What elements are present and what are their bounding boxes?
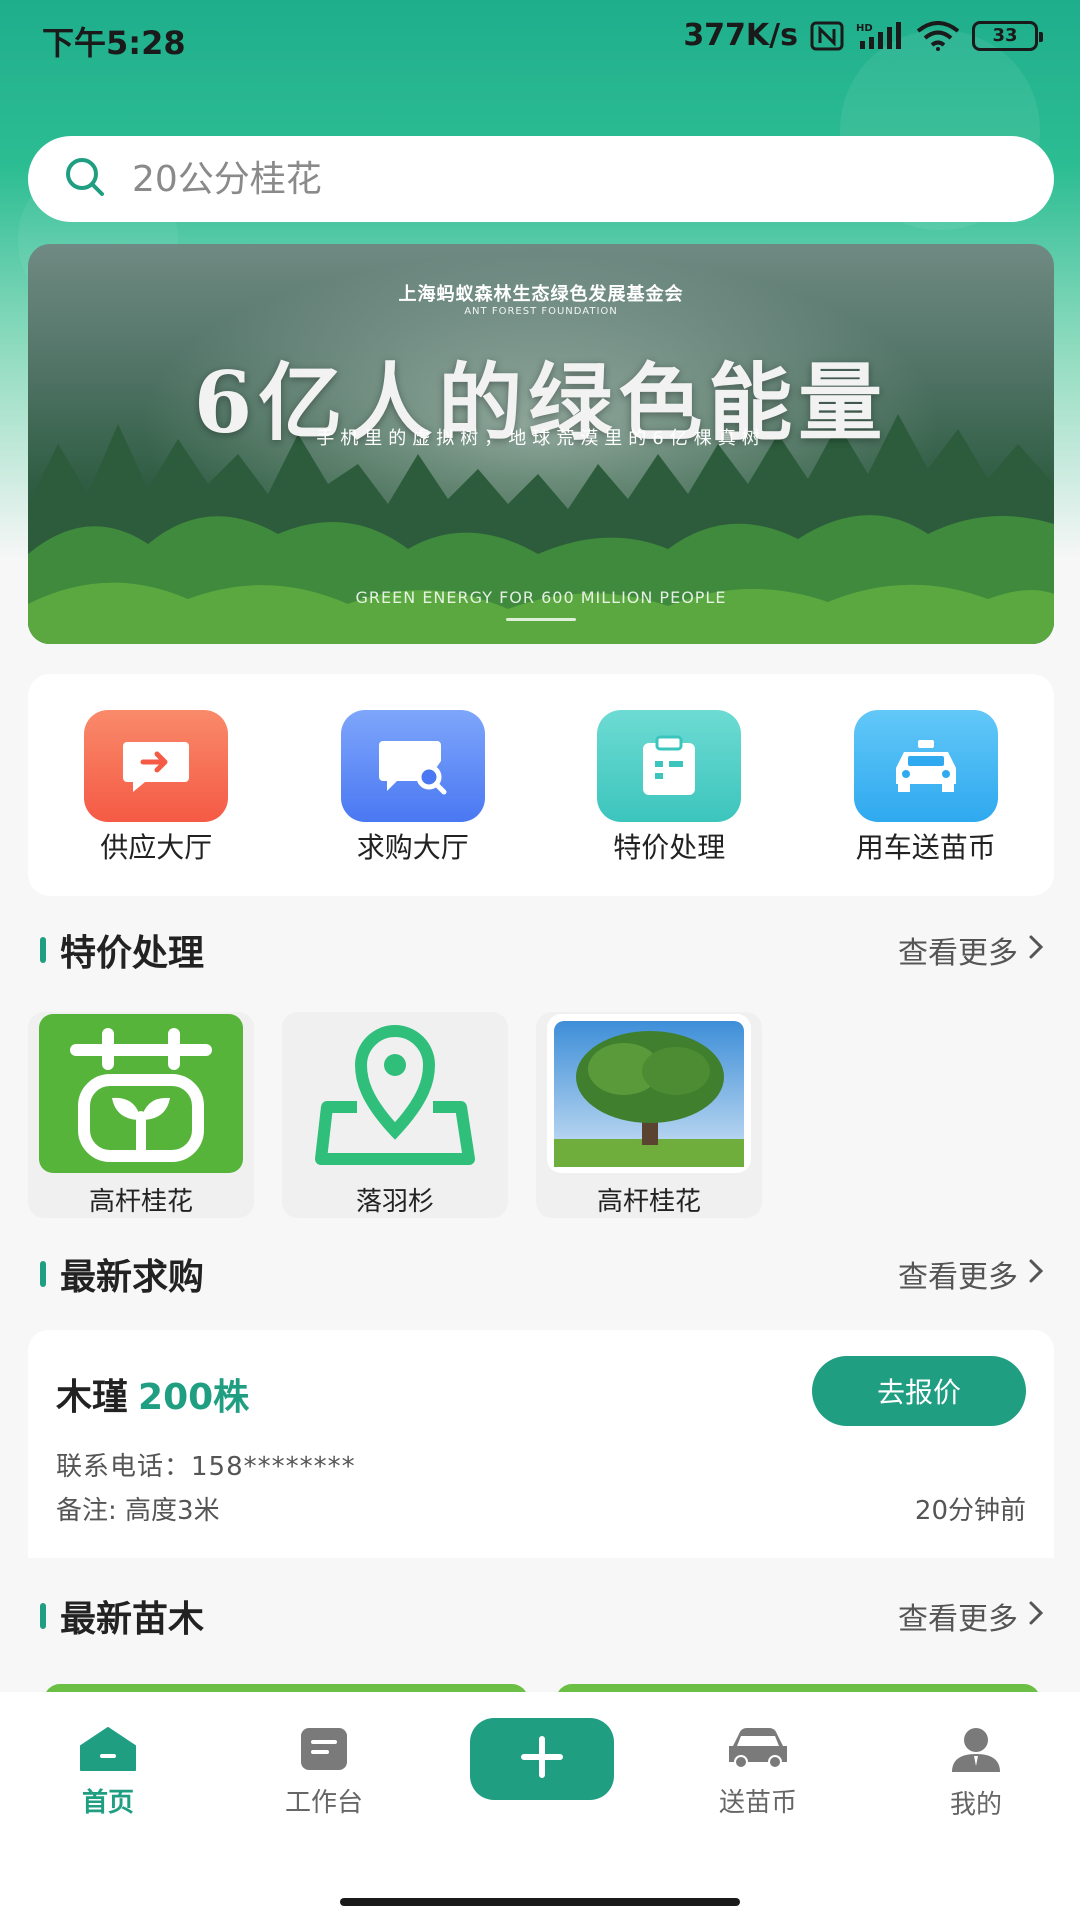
nav-mine[interactable]: 我的 [906,1726,1046,1821]
quick-label: 特价处理 [613,831,726,864]
nav-coins[interactable]: 送苗币 [688,1726,828,1819]
wifi-icon [916,20,960,51]
nfc-icon [810,21,844,51]
quick-label: 求购大厅 [356,831,469,864]
network-speed: 377K/s [683,18,798,53]
user-icon [948,1726,1004,1778]
special-card[interactable]: 高杆桂花 [536,1012,762,1218]
purchase-quantity: 200株 [138,1377,250,1418]
chevron-right-icon [1028,1257,1044,1292]
quick-label: 供应大厅 [100,831,213,864]
section-title-text: 最新求购 [60,1257,205,1298]
special-item-name: 高杆桂花 [596,1187,701,1217]
purchase-phone: 联系电话：158******** [56,1452,356,1482]
search-icon [64,156,106,202]
quick-label: 用车送苗币 [855,831,996,864]
plus-icon [520,1735,564,1783]
map-pin-icon [293,1014,497,1173]
quick-item-purchase-hall[interactable]: 求购大厅 [303,710,523,896]
search-bar[interactable] [28,136,1054,222]
nav-label: 我的 [949,1790,1002,1820]
purchase-plant: 木瑾 [56,1377,129,1418]
section-title: 最新求购 [28,1248,204,1300]
quick-item-car-coins[interactable]: 用车送苗币 [816,710,1036,896]
special-card[interactable]: 落羽杉 [282,1012,508,1218]
home-icon [79,1726,137,1776]
car-nav-icon [725,1726,791,1776]
bottom-navigation: 首页 工作台 送苗币 我的 [0,1692,1080,1920]
special-section-header: 特价处理 查看更多 [28,920,1054,980]
purchase-time: 20分钟前 [914,1496,1026,1526]
quote-button[interactable]: 去报价 [812,1356,1026,1426]
supply-hall-icon [84,710,229,822]
banner[interactable]: 上海蚂蚁森林生态绿色发展基金会 ANT FOREST FOUNDATION 6亿… [28,244,1054,644]
banner-org-en: ANT FOREST FOUNDATION [464,306,618,317]
banner-org-name: 上海蚂蚁森林生态绿色发展基金会 [398,284,684,305]
special-item-name: 落羽杉 [355,1187,434,1217]
purchase-section-header: 最新求购 查看更多 [28,1244,1054,1304]
add-button[interactable] [470,1718,614,1800]
quick-item-special-offer[interactable]: 特价处理 [559,710,779,896]
special-card[interactable]: 高杆桂花 [28,1012,254,1218]
purchase-title: 木瑾 200株 [56,1368,249,1420]
quick-item-supply-hall[interactable]: 供应大厅 [46,710,266,896]
chevron-right-icon [1028,1599,1044,1634]
section-title: 特价处理 [28,924,204,976]
special-offer-icon [597,710,742,822]
status-time: 下午5:28 [42,24,186,62]
battery-indicator: 33 [972,20,1043,51]
seedling-logo-icon [39,1014,243,1173]
banner-organization: 上海蚂蚁森林生态绿色发展基金会 ANT FOREST FOUNDATION [28,280,1054,317]
see-more-text: 查看更多 [898,1602,1018,1637]
banner-caption: GREEN ENERGY FOR 600 MILLION PEOPLE [355,588,727,607]
see-more-text: 查看更多 [898,1260,1018,1295]
seedling-see-more-link[interactable]: 查看更多 [898,1594,1054,1638]
section-title-text: 最新苗木 [60,1599,205,1640]
nav-label: 工作台 [284,1788,363,1818]
purchase-card[interactable]: 木瑾 200株 去报价 联系电话：158******** 备注: 高度3米 20分… [28,1330,1054,1558]
nav-label: 首页 [81,1788,134,1818]
home-indicator[interactable] [340,1898,740,1906]
search-input[interactable] [132,158,992,200]
special-item-name: 高杆桂花 [88,1187,193,1217]
seedling-section-header: 最新苗木 查看更多 [28,1586,1054,1646]
workbench-icon [299,1726,349,1776]
chevron-right-icon [1028,933,1044,968]
quick-menu: 供应大厅 求购大厅 特价处理 用车送苗币 [28,674,1054,896]
special-see-more-link[interactable]: 查看更多 [898,928,1054,972]
nav-workbench[interactable]: 工作台 [254,1726,394,1819]
signal-icon: HD [856,21,904,51]
nav-home[interactable]: 首页 [38,1726,178,1819]
car-icon [853,710,998,822]
svg-text:HD: HD [856,23,873,34]
purchase-note: 备注: 高度3米 [56,1496,220,1526]
purchase-hall-icon [340,710,485,822]
banner-indicator [506,618,576,621]
special-list: 高杆桂花 落羽杉 高杆桂花 [28,1012,762,1218]
tree-photo-icon [547,1014,751,1173]
section-title: 最新苗木 [28,1590,204,1642]
nav-label: 送苗币 [718,1788,797,1818]
purchase-see-more-link[interactable]: 查看更多 [898,1252,1054,1296]
section-title-text: 特价处理 [60,933,205,974]
status-bar: 下午5:28 377K/s HD 33 [0,0,1080,80]
banner-subtitle: 手机里的虚拟树，地球荒漠里的6亿棵真树 [316,428,766,449]
see-more-text: 查看更多 [898,936,1018,971]
